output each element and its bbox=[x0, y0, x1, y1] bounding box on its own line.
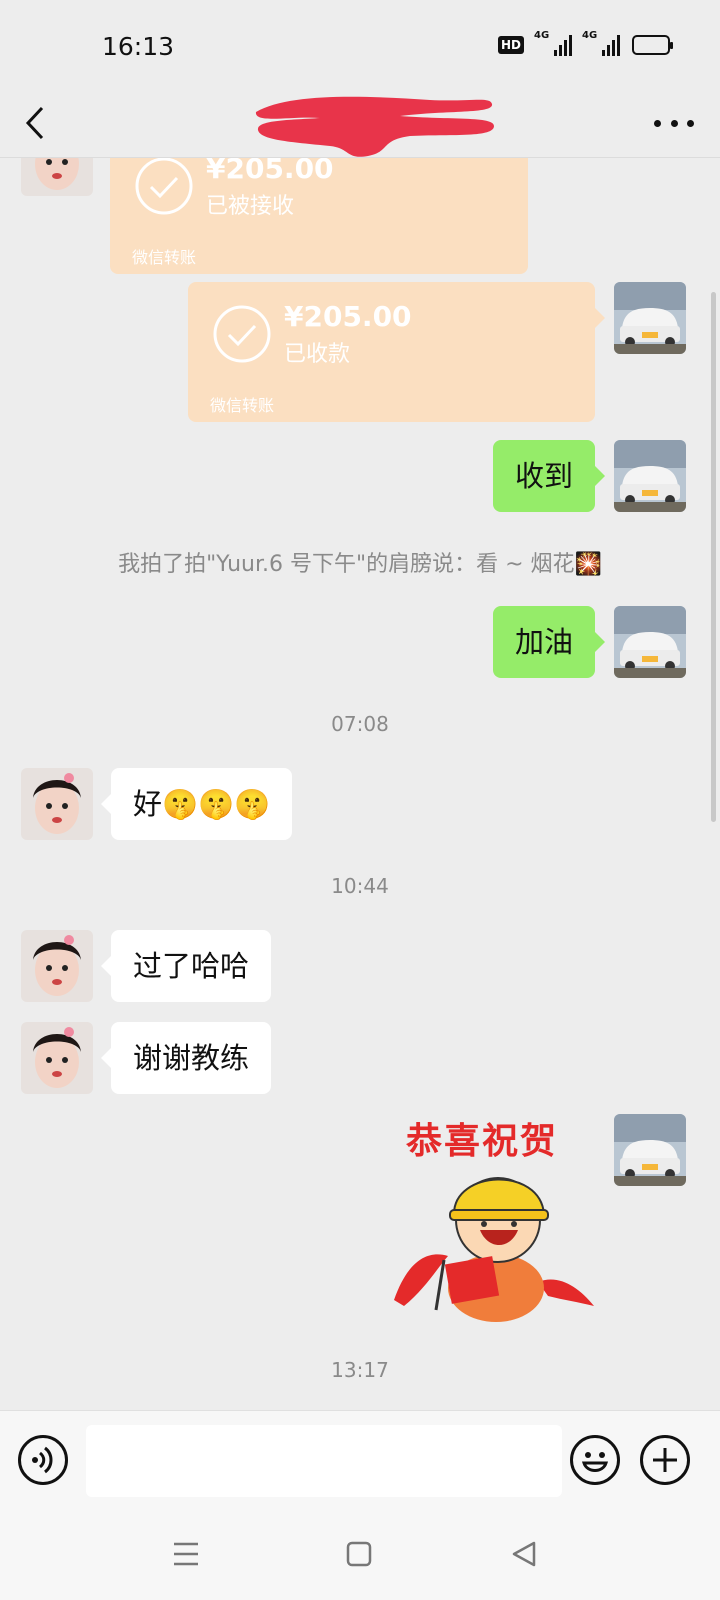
plus-icon[interactable] bbox=[640, 1435, 690, 1485]
timestamp: 07:08 bbox=[331, 712, 389, 736]
scrollbar[interactable] bbox=[711, 292, 716, 822]
more-dots-icon[interactable] bbox=[654, 108, 694, 138]
chat-header bbox=[0, 90, 720, 158]
message-bubble-sent[interactable]: 加油 bbox=[492, 606, 606, 678]
signal-icon-2: 4G bbox=[582, 30, 620, 56]
message-bubble-received[interactable]: 过了哈哈 bbox=[100, 930, 272, 1002]
battery-icon bbox=[632, 35, 673, 55]
redaction-scribble bbox=[255, 96, 494, 157]
network-label: 4G bbox=[534, 30, 550, 41]
input-bar bbox=[0, 1410, 720, 1510]
message-list[interactable]: ¥205.00 已被接收 微信转账 ¥205.00 已收款 微信转账 收到 我拍… bbox=[0, 158, 720, 1410]
my-avatar[interactable] bbox=[614, 606, 686, 678]
sticker-congrats[interactable]: 恭喜祝贺 bbox=[388, 1110, 608, 1330]
my-avatar[interactable] bbox=[614, 282, 686, 354]
contact-avatar[interactable] bbox=[21, 158, 93, 196]
message-bubble-received[interactable]: 好🤫🤫🤫 bbox=[100, 768, 293, 840]
message-input[interactable] bbox=[86, 1425, 562, 1497]
transfer-amount: ¥205.00 bbox=[284, 300, 412, 333]
pat-notice: 我拍了拍"Yuur.6 号下午"的肩膀说：看 ~ 烟花🎇 bbox=[118, 552, 602, 577]
timestamp: 10:44 bbox=[331, 874, 389, 898]
status-time: 16:13 bbox=[102, 32, 175, 61]
transfer-state: 已收款 bbox=[284, 342, 351, 367]
check-circle-icon bbox=[213, 305, 271, 363]
emoji-icon[interactable] bbox=[570, 1435, 620, 1485]
status-bar: 16:13 HD 4G 4G bbox=[0, 0, 720, 90]
contact-avatar[interactable] bbox=[21, 768, 93, 840]
message-bubble-sent[interactable]: 收到 bbox=[492, 440, 606, 512]
transfer-card-received[interactable]: ¥205.00 已被接收 微信转账 bbox=[110, 158, 528, 274]
back-arrow-icon[interactable] bbox=[20, 98, 70, 148]
check-circle-icon bbox=[135, 158, 193, 215]
chat-title-area bbox=[250, 96, 500, 157]
network-label-2: 4G bbox=[582, 30, 598, 41]
transfer-footer: 微信转账 bbox=[132, 248, 197, 267]
timestamp: 13:17 bbox=[331, 1358, 389, 1382]
transfer-footer: 微信转账 bbox=[210, 396, 275, 415]
transfer-state: 已被接收 bbox=[206, 194, 295, 219]
message-bubble-received[interactable]: 谢谢教练 bbox=[100, 1022, 272, 1094]
signal-icon: 4G bbox=[534, 30, 572, 56]
my-avatar[interactable] bbox=[614, 1114, 686, 1186]
status-icons: HD 4G 4G bbox=[497, 30, 673, 56]
contact-avatar[interactable] bbox=[21, 1022, 93, 1094]
system-nav-bar bbox=[0, 1510, 720, 1600]
hd-badge: HD bbox=[497, 36, 524, 54]
transfer-card-sent[interactable]: ¥205.00 已收款 微信转账 bbox=[188, 282, 605, 422]
transfer-amount: ¥205.00 bbox=[206, 158, 334, 185]
back-triangle-icon[interactable] bbox=[510, 1540, 538, 1568]
voice-icon[interactable] bbox=[18, 1435, 68, 1485]
sticker-figure bbox=[394, 1177, 594, 1322]
contact-avatar[interactable] bbox=[21, 930, 93, 1002]
menu-icon[interactable] bbox=[172, 1540, 200, 1568]
home-icon[interactable] bbox=[345, 1540, 373, 1568]
my-avatar[interactable] bbox=[614, 440, 686, 512]
